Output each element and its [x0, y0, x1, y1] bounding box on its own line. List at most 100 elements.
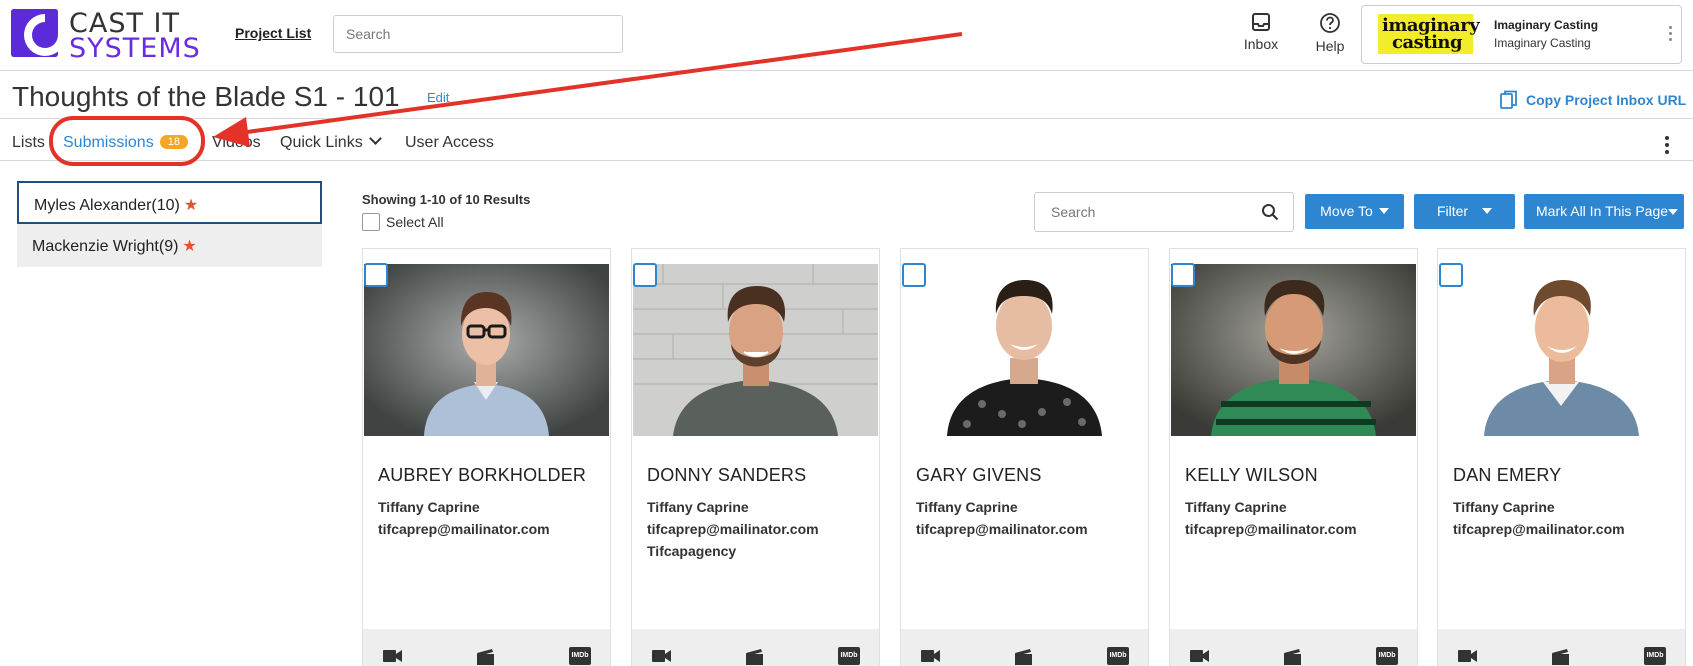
card-checkbox[interactable] — [633, 263, 657, 287]
chevron-down-icon — [368, 132, 382, 145]
agency-name: Tifcapagency — [647, 543, 737, 559]
annotation-highlight-oval — [49, 116, 205, 166]
agent-name: Tiffany Caprine — [1453, 499, 1555, 515]
clapperboard-icon[interactable] — [1552, 649, 1570, 665]
card-checkbox[interactable] — [1171, 263, 1195, 287]
help-label: Help — [1315, 38, 1345, 54]
sidebar-item-label: Myles Alexander(10) — [34, 197, 180, 214]
actor-name[interactable]: GARY GIVENS — [916, 465, 1042, 486]
tab-user-access[interactable]: User Access — [405, 134, 494, 152]
logo-mark-icon — [11, 9, 58, 57]
actor-name[interactable]: DAN EMERY — [1453, 465, 1562, 486]
clapperboard-icon[interactable] — [1015, 649, 1033, 665]
star-icon: ★ — [182, 238, 197, 255]
agent-name: Tiffany Caprine — [916, 499, 1018, 515]
card-actions: IMDb — [632, 629, 879, 666]
agent-email: tifcaprep@mailinator.com — [1185, 521, 1357, 537]
tab-quick-links-label: Quick Links — [280, 134, 363, 151]
select-all-label: Select All — [386, 214, 444, 230]
video-camera-icon[interactable] — [383, 649, 403, 663]
search-icon[interactable] — [1261, 203, 1279, 221]
filter-label: Filter — [1436, 203, 1469, 219]
imdb-icon[interactable]: IMDb — [1107, 647, 1129, 665]
tab-quick-links[interactable]: Quick Links — [280, 132, 382, 152]
page-title: Thoughts of the Blade S1 - 101 — [12, 81, 400, 112]
cast-it-logo[interactable]: CAST IT SYSTEMS — [11, 8, 207, 64]
caret-down-icon — [1378, 208, 1389, 214]
video-camera-icon[interactable] — [652, 649, 672, 663]
account-name: Imaginary Casting — [1494, 18, 1599, 32]
top-search-input[interactable] — [333, 15, 623, 53]
sidebar-item-mackenzie-wright[interactable]: Mackenzie Wright(9) ★ — [17, 224, 322, 267]
edit-link[interactable]: Edit — [427, 90, 449, 105]
project-tabs: Lists Submissions 18 Videos Quick Links U… — [0, 119, 1693, 161]
card-actions: IMDb — [1170, 629, 1417, 666]
actor-name[interactable]: KELLY WILSON — [1185, 465, 1318, 486]
card-checkbox[interactable] — [902, 263, 926, 287]
submission-card[interactable]: GARY GIVENS Tiffany Caprine tifcaprep@ma… — [900, 248, 1149, 666]
headshot-photo[interactable] — [364, 264, 609, 436]
tab-videos[interactable]: Videos — [212, 134, 261, 152]
submission-card[interactable]: DONNY SANDERS Tiffany Caprine tifcaprep@… — [631, 248, 880, 666]
mark-all-button[interactable]: Mark All In This Page — [1524, 194, 1684, 229]
top-header: CAST IT SYSTEMS Project List Inbox Help … — [0, 0, 1693, 71]
account-sub: Imaginary Casting — [1494, 36, 1591, 50]
account-menu-icon[interactable] — [1669, 26, 1673, 44]
imdb-icon[interactable]: IMDb — [569, 647, 591, 665]
move-to-label: Move To — [1320, 203, 1373, 219]
submission-card[interactable]: AUBREY BORKHOLDER Tiffany Caprine tifcap… — [362, 248, 611, 666]
clapperboard-icon[interactable] — [477, 649, 495, 665]
imdb-icon[interactable]: IMDb — [838, 647, 860, 665]
more-options-icon[interactable] — [1665, 136, 1669, 157]
inbox-label: Inbox — [1243, 36, 1279, 52]
results-search-input[interactable] — [1035, 193, 1255, 231]
caret-down-icon — [1668, 209, 1678, 215]
sidebar-item-myles-alexander[interactable]: Myles Alexander(10) ★ — [17, 181, 322, 224]
account-logo-text-2: casting — [1392, 32, 1463, 53]
agent-email: tifcaprep@mailinator.com — [378, 521, 550, 537]
submission-card[interactable]: DAN EMERY Tiffany Caprine tifcaprep@mail… — [1437, 248, 1686, 666]
agent-name: Tiffany Caprine — [647, 499, 749, 515]
select-all-checkbox[interactable]: Select All — [362, 213, 444, 231]
card-actions: IMDb — [901, 629, 1148, 666]
copy-url-label: Copy Project Inbox URL — [1526, 92, 1687, 108]
imaginary-casting-logo: imaginary casting — [1378, 14, 1480, 54]
video-camera-icon[interactable] — [1458, 649, 1478, 663]
headshot-photo[interactable] — [1439, 264, 1684, 436]
help-button[interactable]: Help — [1300, 12, 1360, 62]
agent-name: Tiffany Caprine — [378, 499, 480, 515]
filter-button[interactable]: Filter — [1414, 194, 1515, 229]
headshot-photo[interactable] — [1171, 264, 1416, 436]
headshot-photo[interactable] — [902, 264, 1147, 436]
imdb-icon[interactable]: IMDb — [1376, 647, 1398, 665]
agent-email: tifcaprep@mailinator.com — [916, 521, 1088, 537]
results-search — [1034, 192, 1294, 232]
inbox-icon — [1252, 13, 1270, 31]
actor-name[interactable]: DONNY SANDERS — [647, 465, 806, 486]
mark-all-label: Mark All In This Page — [1536, 203, 1669, 219]
imdb-icon[interactable]: IMDb — [1644, 647, 1666, 665]
logo-text-line2: SYSTEMS — [69, 33, 201, 64]
clapperboard-icon[interactable] — [1284, 649, 1302, 665]
actor-name[interactable]: AUBREY BORKHOLDER — [378, 465, 586, 486]
star-icon: ★ — [183, 197, 199, 214]
caret-down-icon — [1482, 208, 1493, 214]
headshot-photo[interactable] — [633, 264, 878, 436]
card-checkbox[interactable] — [1439, 263, 1463, 287]
sidebar-item-label: Mackenzie Wright(9) — [32, 238, 179, 255]
results-count: Showing 1-10 of 10 Results — [362, 192, 531, 207]
help-icon — [1320, 13, 1340, 33]
account-switcher[interactable]: imaginary casting Imaginary Casting Imag… — [1361, 5, 1682, 64]
checkbox-icon — [362, 213, 380, 231]
inbox-button[interactable]: Inbox — [1231, 12, 1291, 62]
submission-card[interactable]: KELLY WILSON Tiffany Caprine tifcaprep@m… — [1169, 248, 1418, 666]
project-list-link[interactable]: Project List — [235, 25, 311, 41]
card-checkbox[interactable] — [364, 263, 388, 287]
card-actions: IMDb — [1438, 629, 1685, 666]
tab-lists[interactable]: Lists — [12, 134, 45, 152]
video-camera-icon[interactable] — [1190, 649, 1210, 663]
video-camera-icon[interactable] — [921, 649, 941, 663]
copy-icon — [1500, 90, 1517, 109]
move-to-button[interactable]: Move To — [1305, 194, 1404, 229]
clapperboard-icon[interactable] — [746, 649, 764, 665]
